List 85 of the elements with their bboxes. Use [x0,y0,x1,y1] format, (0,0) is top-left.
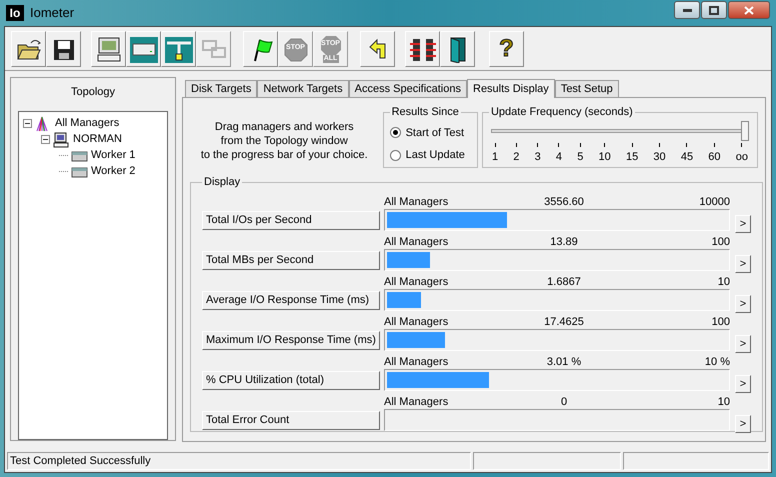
metric-value: 0 [560,396,568,408]
minimize-button[interactable] [674,1,700,19]
tick-label: 3 [534,150,541,164]
tree-item[interactable]: NORMAN [73,131,122,148]
window-title: Iometer [30,4,74,22]
source-label: All Managers [384,276,450,288]
metric-value: 3556.60 [543,196,585,208]
maximize-icon [709,6,719,14]
tick-label: 15 [626,150,638,164]
max-value: 10 [716,396,730,408]
toolbar-button[interactable] [440,30,475,66]
metric-button[interactable]: Total Error Count [202,410,380,430]
metric-button[interactable]: % CPU Utilization (total) [202,370,380,390]
close-button[interactable] [728,1,770,19]
source-label: All Managers [384,356,450,368]
toolbar-button[interactable] [91,30,126,66]
metric-value: 17.4625 [543,316,585,328]
tick-label: 45 [680,150,694,164]
radio-button[interactable] [390,150,401,161]
metric-value: 1.6867 [546,276,582,288]
max-value: 10 % [704,356,730,368]
max-value: 10 [716,276,730,288]
more-button[interactable]: > [735,334,751,352]
tab[interactable]: Access Specifications [348,80,467,97]
tree-item[interactable]: Worker 1 [91,147,136,164]
max-value: 100 [710,316,730,328]
status-text: Test Completed Successfully [10,455,151,467]
source-label: All Managers [384,316,450,328]
metric-button[interactable]: Average I/O Response Time (ms) [202,290,380,310]
group-label: Results Since [390,105,460,120]
group-label: Update Frequency (seconds) [490,105,634,120]
toolbar-button[interactable] [11,30,46,66]
minimize-icon [682,8,692,12]
tab[interactable]: Results Display [467,79,555,98]
group-label: Display [203,175,242,190]
minus-box-icon[interactable] [41,135,50,144]
tick-label: 4 [556,150,562,164]
slider-track[interactable] [490,120,749,140]
more-button[interactable]: > [735,374,751,392]
metric-button[interactable]: Total MBs per Second [202,250,380,270]
more-button[interactable]: > [735,294,751,312]
source-label: All Managers [384,396,450,408]
app-logo-icon: Io [6,5,24,21]
source-label: All Managers [384,236,450,248]
slider-thumb[interactable] [741,120,749,140]
tick-label: 1 [492,150,498,164]
tick-label: 5 [577,150,584,164]
toolbar-button[interactable] [46,30,81,66]
tab[interactable]: Network Targets [257,80,349,97]
tab[interactable]: Test Setup [554,80,619,97]
tree-item[interactable]: Worker 2 [91,163,136,180]
tick-label: 60 [708,150,721,164]
radio-button[interactable] [390,127,401,138]
pane-title: Topology [70,85,116,100]
minus-box-icon[interactable] [23,119,32,128]
radio-label: Last Update [406,148,465,163]
max-value: 10000 [698,196,730,208]
maximize-button[interactable] [701,1,727,19]
toolbar-button[interactable] [360,30,395,66]
metric-button[interactable]: Total I/Os per Second [202,210,380,230]
tick-label: 30 [653,150,666,164]
tick-label: 10 [598,150,611,164]
computer-icon [94,34,122,62]
network-drive-icon [164,34,192,62]
tree-item[interactable]: All Managers [55,115,120,132]
computer-icon [53,132,70,148]
tick-label: oo [736,150,748,164]
question-mark: ? [499,34,514,62]
more-button[interactable]: > [735,414,751,432]
more-button[interactable]: > [735,214,751,232]
tick-label: 2 [513,150,520,164]
radio-label: Start of Test [406,126,464,140]
toolbar-button[interactable] [243,30,278,66]
drive-icon [130,34,158,62]
tab[interactable]: Disk Targets [185,80,258,97]
metric-button[interactable]: Maximum I/O Response Time (ms) [202,330,380,350]
max-value: 100 [710,236,730,248]
more-button[interactable]: > [735,254,751,272]
instructions-text: Drag managers and workers from the Topology window to the progress bar of your choice. [200,120,369,163]
toolbar-button[interactable] [126,30,161,66]
close-icon [744,6,754,14]
source-label: All Managers [384,196,450,208]
toolbar-button[interactable] [405,30,440,66]
metric-value: 3.01 % [546,356,582,368]
metric-value: 13.89 [549,236,579,248]
